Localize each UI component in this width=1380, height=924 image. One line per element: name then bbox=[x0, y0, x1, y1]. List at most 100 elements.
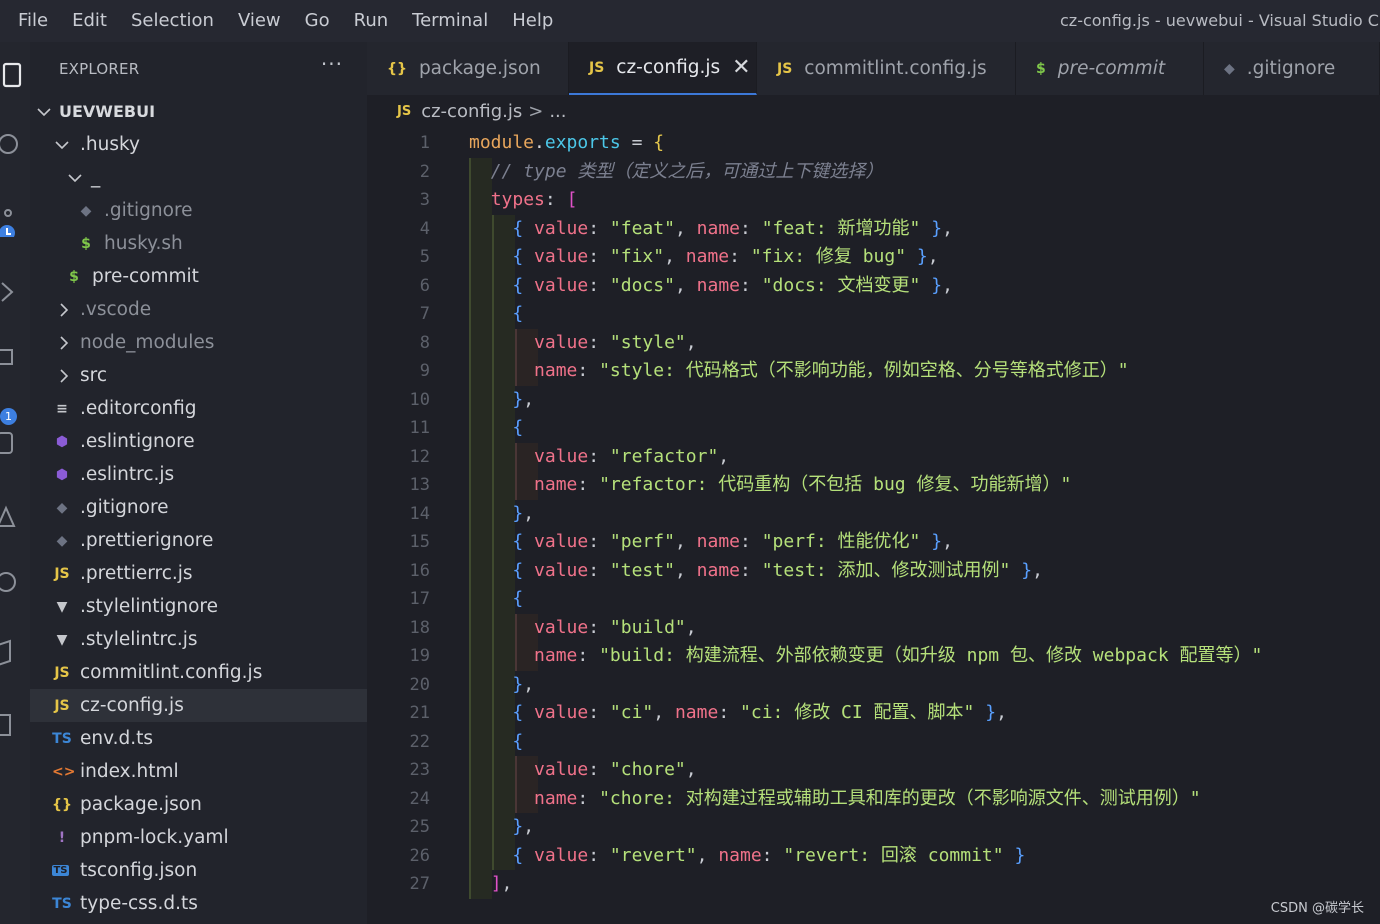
tree-file[interactable]: $ pre-commit bbox=[30, 260, 367, 293]
code-line[interactable]: module.exports = { bbox=[469, 129, 664, 158]
tree-folder[interactable]: src bbox=[30, 359, 367, 392]
editor-area: {} package.json JS cz-config.js ✕ JS commitlin… bbox=[367, 42, 1380, 924]
menu-view[interactable]: View bbox=[226, 0, 293, 42]
menu-help[interactable]: Help bbox=[500, 0, 565, 42]
code-line[interactable]: }, bbox=[469, 671, 534, 700]
menu-edit[interactable]: Edit bbox=[60, 0, 119, 42]
ts-icon: TS bbox=[52, 895, 72, 912]
code-line[interactable]: { value: "revert", name: "revert: 回滚 com… bbox=[469, 842, 1025, 871]
code-line[interactable]: { value: "test", name: "test: 添加、修改测试用例"… bbox=[469, 557, 1043, 586]
code-line[interactable]: ], bbox=[469, 870, 513, 899]
tree-item-label: .vscode bbox=[80, 299, 152, 320]
code-line[interactable]: types: [ bbox=[469, 186, 578, 215]
tree-root-uevwebui[interactable]: UEVWEBUI bbox=[30, 95, 367, 128]
tree-file[interactable]: $ husky.sh bbox=[30, 227, 367, 260]
code-line[interactable]: { value: "fix", name: "fix: 修复 bug" }, bbox=[469, 243, 938, 272]
menu-file[interactable]: File bbox=[6, 0, 60, 42]
code-line[interactable]: { value: "docs", name: "docs: 文档变更" }, bbox=[469, 272, 953, 301]
tree-file[interactable]: ▼ .stylelintrc.js bbox=[30, 623, 367, 656]
explorer-sidebar: EXPLORER ··· UEVWEBUI .husky _ ◆ .gitignore… bbox=[30, 42, 367, 924]
tab-label: cz-config.js bbox=[616, 57, 721, 78]
warning-activity-icon[interactable] bbox=[0, 502, 22, 532]
menu-run[interactable]: Run bbox=[342, 0, 401, 42]
tree-item-label: .eslintignore bbox=[80, 431, 195, 452]
code-line[interactable]: { bbox=[469, 728, 523, 757]
code-line[interactable]: { bbox=[469, 300, 523, 329]
tree-folder[interactable]: _ bbox=[30, 161, 367, 194]
code-line[interactable]: }, bbox=[469, 813, 534, 842]
code-line[interactable]: }, bbox=[469, 386, 534, 415]
tree-folder[interactable]: node_modules bbox=[30, 326, 367, 359]
code-line[interactable]: { bbox=[469, 414, 523, 443]
tab--gitignore[interactable]: ◆ .gitignore bbox=[1204, 42, 1380, 95]
explorer-title: EXPLORER bbox=[59, 59, 140, 78]
code-line[interactable]: name: "build: 构建流程、外部依赖变更（如升级 npm 包、修改 w… bbox=[469, 642, 1262, 671]
tree-file[interactable]: {} package.json bbox=[30, 788, 367, 821]
code-line[interactable]: }, bbox=[469, 500, 534, 529]
tree-file[interactable]: JS cz-config.js bbox=[30, 689, 367, 722]
line-number: 20 bbox=[409, 674, 430, 695]
timeline-activity-icon[interactable] bbox=[0, 567, 22, 597]
explorer-activity-icon[interactable] bbox=[0, 60, 22, 90]
code-line[interactable]: value: "chore", bbox=[469, 756, 697, 785]
code-line[interactable]: name: "style: 代码格式（不影响功能，例如空格、分号等格式修正）" bbox=[469, 357, 1129, 386]
tree-file[interactable]: ⬢ .eslintignore bbox=[30, 425, 367, 458]
menu-go[interactable]: Go bbox=[293, 0, 342, 42]
tree-file[interactable]: <> index.html bbox=[30, 755, 367, 788]
run-debug-activity-icon[interactable] bbox=[0, 277, 22, 307]
tab-cz-config-js[interactable]: JS cz-config.js ✕ bbox=[569, 42, 757, 95]
line-number: 2 bbox=[419, 161, 430, 182]
tree-file[interactable]: ◆ .gitignore bbox=[30, 491, 367, 524]
tree-folder[interactable]: .husky bbox=[30, 128, 367, 161]
code-line[interactable]: { bbox=[469, 585, 523, 614]
tree-file[interactable]: ≡ .editorconfig bbox=[30, 392, 367, 425]
tab-package-json[interactable]: {} package.json bbox=[367, 42, 569, 95]
tree-file[interactable]: TS type-css.d.ts bbox=[30, 887, 367, 920]
code-line[interactable]: value: "refactor", bbox=[469, 443, 729, 472]
code-line[interactable]: name: "refactor: 代码重构（不包括 bug 修复、功能新增）" bbox=[469, 471, 1071, 500]
tree-file[interactable]: TS tsconfig.json bbox=[30, 854, 367, 887]
docker-activity-icon[interactable] bbox=[0, 710, 22, 740]
line-number: 1 bbox=[419, 133, 430, 153]
line-number: 6 bbox=[419, 275, 430, 296]
code-line[interactable]: { value: "feat", name: "feat: 新增功能" }, bbox=[469, 215, 953, 244]
code-line[interactable]: { value: "ci", name: "ci: 修改 CI 配置、脚本" }… bbox=[469, 699, 1007, 728]
tree-file[interactable]: TS env.d.ts bbox=[30, 722, 367, 755]
code-line[interactable]: value: "style", bbox=[469, 329, 697, 358]
tab-pre-commit[interactable]: $ pre-commit bbox=[1016, 42, 1204, 95]
line-number: 22 bbox=[409, 731, 430, 752]
code-editor[interactable]: 1 module.exports = { 2 // type 类型（定义之后，可通过… bbox=[367, 129, 1380, 924]
package-activity-icon[interactable] bbox=[0, 637, 22, 667]
source-control-activity-icon[interactable] bbox=[0, 207, 22, 237]
code-line[interactable]: // type 类型（定义之后，可通过上下键选择） bbox=[469, 158, 884, 187]
close-tab-icon[interactable]: ✕ bbox=[732, 55, 750, 80]
menu-terminal[interactable]: Terminal bbox=[400, 0, 500, 42]
code-line[interactable]: { value: "perf", name: "perf: 性能优化" }, bbox=[469, 528, 953, 557]
tree-file[interactable]: JS commitlint.config.js bbox=[30, 656, 367, 689]
code-line[interactable]: name: "chore: 对构建过程或辅助工具和库的更改（不影响源文件、测试用… bbox=[469, 785, 1201, 814]
code-line[interactable]: value: "build", bbox=[469, 614, 697, 643]
tree-file[interactable]: ◆ .prettierignore bbox=[30, 524, 367, 557]
remote-activity-icon[interactable] bbox=[0, 427, 22, 457]
search-activity-icon[interactable] bbox=[0, 130, 22, 160]
breadcrumb-symbol[interactable]: ... bbox=[549, 101, 566, 122]
tsconfig-icon: TS bbox=[52, 865, 69, 876]
tab-commitlint-config-js[interactable]: JS commitlint.config.js bbox=[757, 42, 1016, 95]
tree-file[interactable]: JS .prettierrc.js bbox=[30, 557, 367, 590]
menu-selection[interactable]: Selection bbox=[119, 0, 226, 42]
dollar-icon: $ bbox=[81, 235, 91, 252]
line-number: 10 bbox=[409, 389, 430, 410]
tree-file[interactable]: ! pnpm-lock.yaml bbox=[30, 821, 367, 854]
more-actions-icon[interactable]: ··· bbox=[321, 52, 343, 76]
breadcrumb: JS cz-config.js > ... bbox=[367, 95, 1380, 127]
tree-file[interactable]: ▼ .stylelintignore bbox=[30, 590, 367, 623]
breadcrumb-file[interactable]: cz-config.js bbox=[421, 101, 522, 122]
extensions-activity-icon[interactable] bbox=[0, 342, 22, 372]
tree-file[interactable]: ⬢ .eslintrc.js bbox=[30, 458, 367, 491]
tree-folder[interactable]: .vscode bbox=[30, 293, 367, 326]
tree-file[interactable]: ◆ .gitignore bbox=[30, 194, 367, 227]
stylelint-icon: ▼ bbox=[56, 598, 68, 615]
line-number: 23 bbox=[409, 760, 430, 780]
chevron-right-icon bbox=[56, 293, 72, 326]
line-number: 8 bbox=[419, 332, 430, 353]
